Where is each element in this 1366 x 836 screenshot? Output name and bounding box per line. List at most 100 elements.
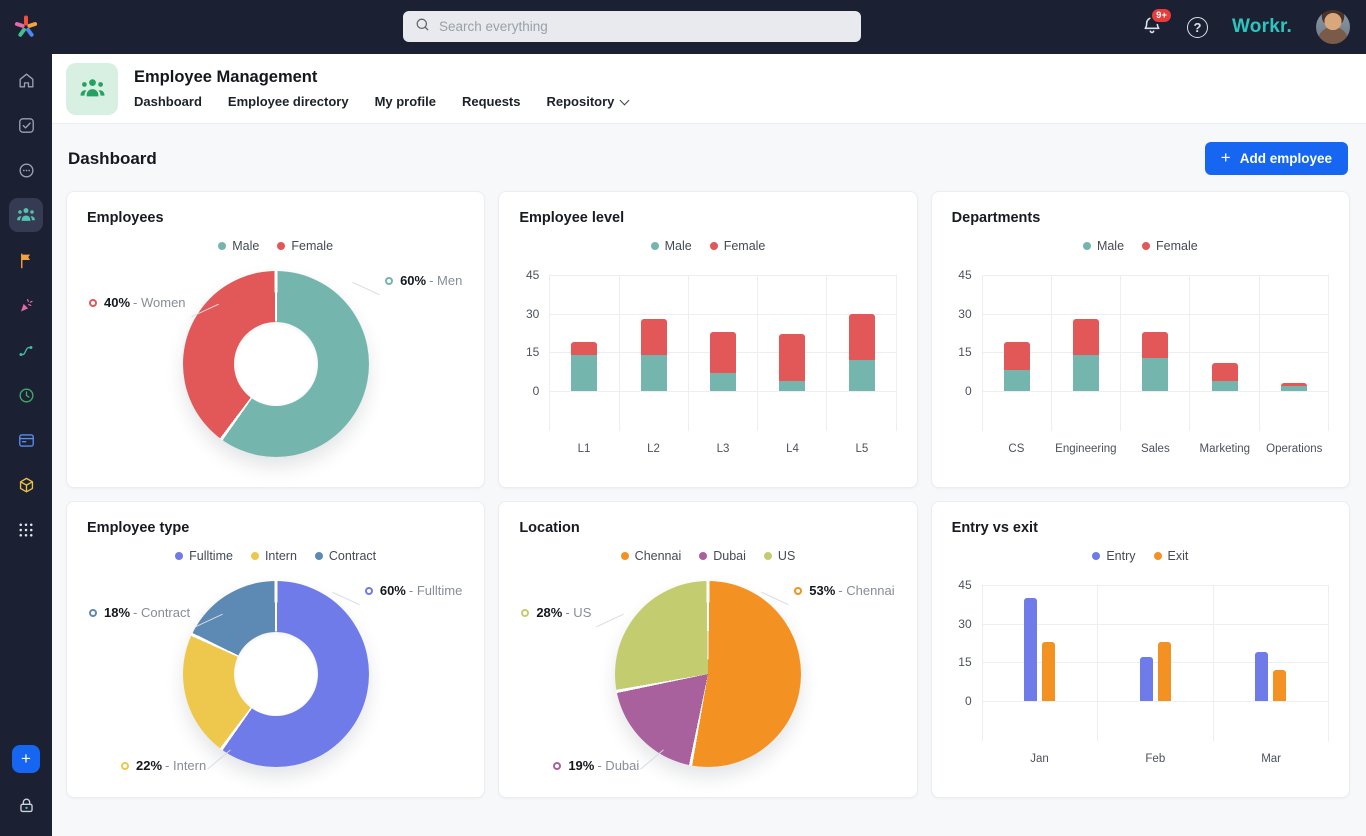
home-icon: [17, 71, 36, 90]
y-tick: 15: [958, 345, 971, 359]
bc-right: JanFebMar: [982, 585, 1329, 765]
bc-right: L1L2L3L4L5: [549, 275, 896, 455]
gbar: [1042, 642, 1055, 701]
bar: [1004, 342, 1030, 391]
pie: [183, 581, 369, 767]
sidebar-item-payroll[interactable]: [9, 423, 43, 457]
bar-group: [1098, 642, 1212, 701]
bell-icon: [1141, 23, 1163, 40]
bar: [641, 319, 667, 391]
chart-callout: 18% - Contract: [89, 605, 190, 620]
location-card: Location ChennaiDubaiUS 53% - Chennai28%…: [498, 501, 917, 798]
tab-dashboard[interactable]: Dashboard: [134, 94, 202, 109]
box-icon: [17, 476, 36, 495]
page-title: Dashboard: [68, 149, 157, 169]
bar-group: [983, 598, 1097, 701]
sidebar-item-home[interactable]: [9, 63, 43, 97]
employee-management-app-icon: [66, 63, 118, 115]
legend-dot-icon: [218, 242, 226, 250]
legend-item: Male: [1083, 239, 1124, 253]
y-tick: 0: [533, 384, 540, 398]
card-icon: [17, 431, 36, 450]
x-labels: L1L2L3L4L5: [549, 443, 896, 455]
x-label: L1: [549, 443, 618, 455]
sidebar-item-flag[interactable]: [9, 243, 43, 277]
co-value: 18%: [104, 605, 130, 620]
clock-icon: [17, 386, 36, 405]
sidebar-item-journey[interactable]: [9, 333, 43, 367]
legend-label: Male: [1097, 239, 1124, 253]
cols: [550, 275, 896, 431]
tab-repository[interactable]: Repository: [547, 94, 629, 109]
employee-level-card: Employee level MaleFemale 0153045L1L2L3L…: [498, 191, 917, 488]
seg: [571, 355, 597, 391]
callout-marker-icon: [89, 299, 97, 307]
co-label: - Men: [429, 273, 462, 288]
x-label: L2: [619, 443, 688, 455]
seg: [1004, 370, 1030, 391]
col: [1098, 585, 1213, 741]
legend-label: Contract: [329, 549, 376, 563]
bar: [1212, 363, 1238, 391]
employee-type-card: Employee type FulltimeInternContract 60%…: [66, 501, 485, 798]
col: [689, 275, 758, 431]
bar-group: [689, 332, 757, 391]
col: [1052, 275, 1121, 431]
page-header: Employee Management Dashboard Employee d…: [52, 54, 1366, 124]
bar-group: [620, 319, 688, 391]
y-tick: 15: [526, 345, 539, 359]
app-logo-icon[interactable]: [12, 13, 40, 41]
legend-item: Exit: [1154, 549, 1189, 563]
legend-item: Chennai: [621, 549, 682, 563]
sidebar: +: [0, 0, 52, 836]
sidebar-item-assets[interactable]: [9, 468, 43, 502]
x-label: Marketing: [1190, 443, 1259, 455]
callout-marker-icon: [521, 609, 529, 617]
tasks-icon: [17, 116, 36, 135]
sidebar-item-apps[interactable]: [9, 513, 43, 547]
sidebar-item-security[interactable]: [9, 788, 43, 822]
col: [983, 275, 1052, 431]
help-button[interactable]: ?: [1187, 17, 1208, 38]
legend-item: Male: [218, 239, 259, 253]
seg: [779, 334, 805, 380]
search-input[interactable]: [439, 19, 850, 34]
sidebar-item-messages[interactable]: [9, 153, 43, 187]
seg: [710, 332, 736, 373]
sidebar-item-tasks[interactable]: [9, 108, 43, 142]
legend-label: Female: [724, 239, 766, 253]
add-employee-button[interactable]: + Add employee: [1205, 142, 1348, 175]
user-avatar[interactable]: [1316, 10, 1350, 44]
y-axis: 0153045: [952, 275, 982, 431]
legend-dot-icon: [251, 552, 259, 560]
tab-employee-directory[interactable]: Employee directory: [228, 94, 349, 109]
gbar: [1158, 642, 1171, 701]
y-tick: 15: [958, 655, 971, 669]
notifications-button[interactable]: 9+: [1141, 14, 1163, 41]
co-value: 28%: [536, 605, 562, 620]
sidebar-item-celebrations[interactable]: [9, 288, 43, 322]
co-value: 40%: [104, 295, 130, 310]
legend-label: US: [778, 549, 795, 563]
global-search[interactable]: [403, 11, 861, 42]
tab-my-profile[interactable]: My profile: [375, 94, 436, 109]
chart-legend: FulltimeInternContract: [87, 549, 464, 563]
seg: [710, 373, 736, 391]
cols: [983, 275, 1329, 431]
entry-vs-exit-card: Entry vs exit EntryExit 0153045JanFebMar: [931, 501, 1350, 798]
seg: [1142, 358, 1168, 392]
callout-marker-icon: [553, 762, 561, 770]
question-icon: ?: [1194, 20, 1202, 35]
app-window: + 9+ ? Workr.: [0, 0, 1366, 836]
tab-requests[interactable]: Requests: [462, 94, 521, 109]
gbar: [1140, 657, 1153, 701]
sidebar-item-employees[interactable]: [9, 198, 43, 232]
bar-group: [1214, 652, 1328, 701]
y-tick: 45: [958, 268, 971, 282]
sidebar-item-time[interactable]: [9, 378, 43, 412]
bar: [710, 332, 736, 391]
plot: [982, 585, 1329, 741]
bar: [1281, 383, 1307, 391]
sidebar-add-button[interactable]: +: [12, 745, 40, 773]
x-label: L3: [688, 443, 757, 455]
